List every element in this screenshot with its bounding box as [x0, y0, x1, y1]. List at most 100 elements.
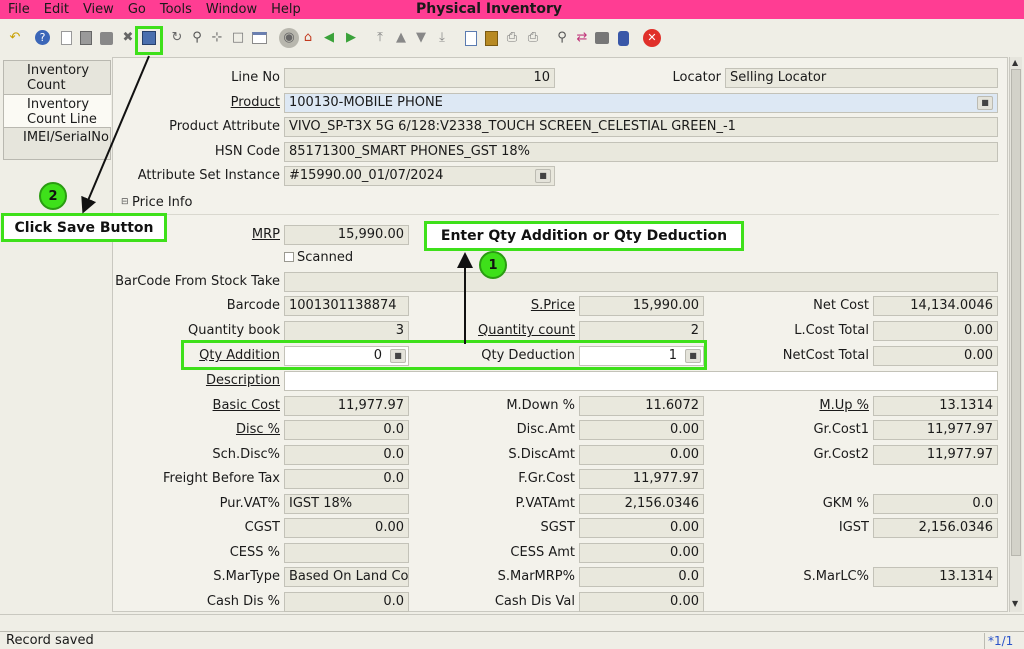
menu-view[interactable]: View — [83, 2, 114, 17]
barcode-field[interactable]: 1001301138874 — [284, 296, 409, 316]
cess-field[interactable] — [284, 543, 409, 563]
detail-panel: Line No 10 Locator Selling Locator Produ… — [112, 57, 1008, 612]
print-icon[interactable]: ⎙ — [524, 29, 542, 47]
home-icon[interactable]: ⌂ — [299, 29, 317, 47]
net-cost-field[interactable]: 14,134.0046 — [873, 296, 998, 316]
collapse-icon[interactable]: ⊟ — [121, 197, 129, 207]
attachment-icon[interactable]: ⊹ — [208, 29, 226, 47]
sprice-field[interactable]: 15,990.00 — [579, 296, 704, 316]
tab-inventory-count-line[interactable]: Inventory Count Line — [3, 94, 111, 128]
active-workflows-icon[interactable]: ⇄ — [573, 29, 591, 47]
product-field[interactable]: 100130-MOBILE PHONE ■ — [284, 93, 998, 113]
smarlc-label: S.MarLC% — [803, 569, 869, 584]
copy-record-icon[interactable] — [77, 29, 95, 47]
grcost1-field[interactable]: 11,977.97 — [873, 420, 998, 440]
qty-count-field[interactable]: 2 — [579, 321, 704, 341]
record-indicator[interactable]: *1/1 — [988, 633, 1013, 649]
lcost-total-field[interactable]: 0.00 — [873, 321, 998, 341]
chat-icon[interactable]: □ — [229, 29, 247, 47]
product-value: 100130-MOBILE PHONE — [289, 95, 443, 110]
product-attribute-field[interactable]: VIVO_SP-T3X 5G 6/128:V2338_TOUCH SCREEN_… — [284, 117, 998, 137]
f-gr-cost-field[interactable]: 11,977.97 — [579, 469, 704, 489]
parent-record-icon[interactable]: ◀ — [320, 29, 338, 47]
scanned-checkbox[interactable] — [284, 252, 294, 262]
disc-field[interactable]: 0.0 — [284, 420, 409, 440]
menu-window[interactable]: Window — [206, 2, 257, 17]
menu-tools[interactable]: Tools — [160, 2, 192, 17]
freight-field[interactable]: 0.0 — [284, 469, 409, 489]
cess-amt-field[interactable]: 0.00 — [579, 543, 704, 563]
disc-label-text: Disc % — [235, 422, 280, 437]
barcode-stock-label: BarCode From Stock Take — [115, 274, 280, 289]
smarmrp-field[interactable]: 0.0 — [579, 567, 704, 587]
qty-count-label: Quantity count — [443, 321, 575, 341]
smarmrp-label: S.MarMRP% — [497, 569, 575, 584]
menu-help[interactable]: Help — [271, 2, 301, 17]
mdown-field[interactable]: 11.6072 — [579, 396, 704, 416]
hsn-code-field[interactable]: 85171300_SMART PHONES_GST 18% — [284, 142, 998, 162]
next-record-icon[interactable]: ▼ — [412, 29, 430, 47]
igst-field[interactable]: 2,156.0346 — [873, 518, 998, 538]
status-message: Record saved — [6, 633, 94, 648]
barcode-stock-field[interactable] — [284, 272, 998, 292]
s-disc-amt-field[interactable]: 0.00 — [579, 445, 704, 465]
zoom-across-icon[interactable]: ⚲ — [553, 29, 571, 47]
report-icon[interactable] — [462, 29, 480, 47]
line-no-label: Line No — [231, 70, 280, 85]
line-no-field[interactable]: 10 — [284, 68, 555, 88]
pur-vat-field[interactable]: IGST 18% — [284, 494, 409, 514]
attribute-set-button[interactable]: ■ — [535, 169, 551, 183]
delete-record-icon[interactable] — [97, 29, 115, 47]
scroll-thumb[interactable] — [1011, 69, 1021, 556]
scroll-up-icon[interactable]: ▲ — [1012, 58, 1018, 67]
p-vat-amt-field[interactable]: 2,156.0346 — [579, 494, 704, 514]
smartype-field[interactable]: Based On Land Cost — [284, 567, 409, 587]
cash-dis-field[interactable]: 0.0 — [284, 592, 409, 612]
smarlc-field[interactable]: 13.1314 — [873, 567, 998, 587]
locator-field[interactable]: Selling Locator — [725, 68, 998, 88]
cash-dis-val-label: Cash Dis Val — [494, 594, 575, 609]
description-field[interactable] — [284, 371, 998, 391]
first-record-icon[interactable]: ⤒ — [371, 29, 389, 47]
menu-file[interactable]: File — [8, 2, 30, 17]
vertical-scrollbar[interactable]: ▲ ▼ — [1009, 57, 1022, 612]
cgst-field[interactable]: 0.00 — [284, 518, 409, 538]
scroll-down-icon[interactable]: ▼ — [1012, 599, 1018, 608]
find-icon[interactable]: ⚲ — [188, 29, 206, 47]
grcost2-field[interactable]: 11,977.97 — [873, 445, 998, 465]
detail-record-icon[interactable]: ▶ — [342, 29, 360, 47]
sgst-field[interactable]: 0.00 — [579, 518, 704, 538]
sch-disc-field[interactable]: 0.0 — [284, 445, 409, 465]
new-record-icon[interactable] — [57, 29, 75, 47]
netcost-total-field[interactable]: 0.00 — [873, 346, 998, 366]
mrp-field[interactable]: 15,990.00 — [284, 225, 409, 245]
disc-amt-field[interactable]: 0.00 — [579, 420, 704, 440]
gkm-field[interactable]: 0.0 — [873, 494, 998, 514]
price-info-section[interactable]: ⊟ Price Info — [119, 194, 999, 215]
tab-inventory-count[interactable]: Inventory Count — [3, 60, 111, 96]
archive-icon[interactable] — [482, 29, 500, 47]
product-lookup-button[interactable]: ■ — [977, 96, 993, 110]
cess-label: CESS % — [229, 545, 280, 560]
print-preview-icon[interactable]: ⎙ — [503, 29, 521, 47]
tab-imei-serialno[interactable]: IMEI/SerialNo — [3, 127, 111, 160]
request-icon[interactable] — [593, 29, 611, 47]
previous-record-icon[interactable]: ▲ — [392, 29, 410, 47]
help-icon[interactable]: ? — [35, 30, 50, 45]
basic-cost-field[interactable]: 11,977.97 — [284, 396, 409, 416]
cash-dis-val-field[interactable]: 0.00 — [579, 592, 704, 612]
sprice-label-text: S.Price — [530, 298, 575, 313]
mup-field[interactable]: 13.1314 — [873, 396, 998, 416]
menu-go[interactable]: Go — [128, 2, 146, 17]
refresh-icon[interactable]: ↻ — [168, 29, 186, 47]
grid-toggle-icon[interactable] — [250, 29, 268, 47]
attribute-set-field[interactable]: #15990.00_01/07/2024 ■ — [284, 166, 555, 186]
menu-edit[interactable]: Edit — [44, 2, 69, 17]
history-icon[interactable]: ◉ — [279, 28, 299, 48]
qty-book-field[interactable]: 3 — [284, 321, 409, 341]
product-info-icon[interactable] — [614, 29, 632, 47]
horizontal-strip — [0, 614, 1024, 630]
undo-icon[interactable]: ↶ — [6, 29, 24, 47]
close-window-icon[interactable]: ✕ — [643, 29, 661, 47]
last-record-icon[interactable]: ⤓ — [433, 29, 451, 47]
